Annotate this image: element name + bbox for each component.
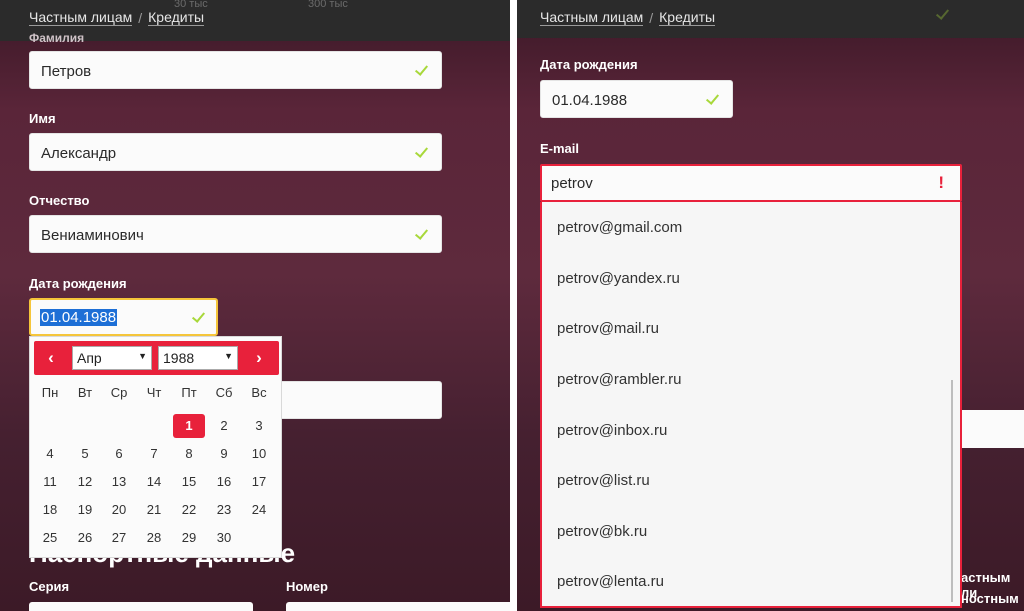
calendar-day[interactable]: 13 xyxy=(103,470,135,494)
calendar-day[interactable]: 17 xyxy=(243,470,275,494)
suggestion-item[interactable]: petrov@yandex.ru xyxy=(557,270,680,287)
calendar-day[interactable]: 12 xyxy=(69,470,101,494)
calendar-day[interactable]: 8 xyxy=(173,442,205,466)
passport-series-field[interactable] xyxy=(29,602,253,611)
calendar-day-selected[interactable]: 1 xyxy=(173,414,205,438)
email-label: E-mail xyxy=(540,141,580,156)
suggestion-item[interactable]: petrov@mail.ru xyxy=(557,320,659,337)
weekday-label: Ср xyxy=(110,385,128,400)
calendar-day[interactable]: 5 xyxy=(69,442,101,466)
birthdate-field[interactable]: 01.04.1988 xyxy=(540,80,733,118)
breadcrumb-separator: / xyxy=(649,9,654,26)
lastname-value: Петров xyxy=(41,63,92,80)
check-icon xyxy=(191,310,206,325)
birthdate-field[interactable]: 01.04.1988 xyxy=(29,298,218,336)
hidden-field-edge[interactable] xyxy=(961,410,1024,448)
calendar-day[interactable]: 29 xyxy=(173,526,205,550)
calendar-day[interactable]: 28 xyxy=(138,526,170,550)
calendar-day[interactable]: 15 xyxy=(173,470,205,494)
patronymic-value: Вениаминович xyxy=(41,227,144,244)
month-value: Апр xyxy=(77,350,102,366)
calendar-day[interactable]: 27 xyxy=(103,526,135,550)
calendar-day[interactable]: 26 xyxy=(69,526,101,550)
breadcrumb-private[interactable]: Частным лицам xyxy=(29,9,133,26)
breadcrumb: Частным лицам / Кредиты xyxy=(29,9,205,26)
year-value: 1988 xyxy=(163,350,195,366)
weekday-label: Чт xyxy=(146,385,162,400)
calendar-day[interactable]: 6 xyxy=(103,442,135,466)
calendar-day[interactable]: 16 xyxy=(208,470,240,494)
check-icon xyxy=(705,92,720,107)
calendar-day[interactable]: 3 xyxy=(243,414,275,438)
calendar-day[interactable]: 23 xyxy=(208,498,240,522)
weekday-label: Сб xyxy=(215,385,233,400)
cut-label-2: ностным xyxy=(961,591,1019,606)
calendar-day[interactable]: 14 xyxy=(138,470,170,494)
calendar-day[interactable]: 10 xyxy=(243,442,275,466)
firstname-value: Александр xyxy=(41,145,117,162)
patronymic-field[interactable]: Вениаминович xyxy=(29,215,442,253)
scrollbar[interactable] xyxy=(951,380,953,602)
calendar-day[interactable]: 2 xyxy=(208,414,240,438)
birthdate-label: Дата рождения xyxy=(29,276,127,291)
weekday-label: Вт xyxy=(77,385,93,400)
calendar-day[interactable]: 25 xyxy=(34,526,66,550)
top-bar: Частным лицам / Кредиты xyxy=(517,0,1024,38)
left-screen: 30 тыс 300 тыс Частным лицам / Кредиты Ф… xyxy=(0,0,510,611)
calendar-day[interactable]: 18 xyxy=(34,498,66,522)
breadcrumb: Частным лицам / Кредиты xyxy=(540,9,716,26)
calendar-day[interactable]: 20 xyxy=(103,498,135,522)
calendar-day[interactable]: 7 xyxy=(138,442,170,466)
birthdate-value: 01.04.1988 xyxy=(40,309,118,326)
calendar-day[interactable]: 21 xyxy=(138,498,170,522)
suggestion-item[interactable]: petrov@gmail.com xyxy=(557,219,682,236)
firstname-label: Имя xyxy=(29,111,56,126)
check-icon xyxy=(935,7,950,22)
firstname-field[interactable]: Александр xyxy=(29,133,442,171)
calendar-day[interactable]: 11 xyxy=(34,470,66,494)
passport-number-field[interactable] xyxy=(286,602,510,611)
lastname-field[interactable]: Петров xyxy=(29,51,442,89)
patronymic-label: Отчество xyxy=(29,193,90,208)
check-icon xyxy=(414,227,429,242)
email-suggestions: petrov@gmail.com petrov@yandex.ru petrov@m… xyxy=(540,202,962,608)
check-icon xyxy=(414,145,429,160)
birthdate-value: 01.04.1988 xyxy=(552,92,628,109)
weekday-label: Пн xyxy=(41,385,59,400)
suggestion-item[interactable]: petrov@list.ru xyxy=(557,472,650,489)
suggestion-item[interactable]: petrov@lenta.ru xyxy=(557,573,664,590)
date-picker-header: ‹ Апр ▼ 1988 ▼ › xyxy=(34,341,279,375)
screen-divider xyxy=(510,0,517,611)
passport-series-label: Серия xyxy=(29,579,70,594)
weekday-label: Пт xyxy=(181,385,197,400)
breadcrumb-credits[interactable]: Кредиты xyxy=(659,9,716,26)
chevron-left-icon[interactable]: ‹ xyxy=(40,348,62,368)
lastname-label: Фамилия xyxy=(29,31,85,45)
error-icon: ! xyxy=(938,173,944,192)
email-field[interactable]: petrov ! xyxy=(540,164,962,202)
email-value: petrov xyxy=(551,175,593,192)
breadcrumb-separator: / xyxy=(138,9,143,26)
calendar-day[interactable]: 24 xyxy=(243,498,275,522)
breadcrumb-private[interactable]: Частным лицам xyxy=(540,9,644,26)
ghost-slider-value-max: 300 тыс xyxy=(308,0,348,10)
calendar-day[interactable]: 30 xyxy=(208,526,240,550)
weekday-label: Вс xyxy=(251,385,267,400)
breadcrumb-credits[interactable]: Кредиты xyxy=(148,9,205,26)
year-select[interactable]: 1988 ▼ xyxy=(158,346,238,370)
month-select[interactable]: Апр ▼ xyxy=(72,346,152,370)
calendar-day[interactable]: 19 xyxy=(69,498,101,522)
calendar-day[interactable]: 9 xyxy=(208,442,240,466)
caret-down-icon: ▼ xyxy=(224,351,233,361)
suggestion-item[interactable]: petrov@bk.ru xyxy=(557,523,647,540)
check-icon xyxy=(414,63,429,78)
suggestion-item[interactable]: petrov@rambler.ru xyxy=(557,371,681,388)
calendar-day[interactable]: 4 xyxy=(34,442,66,466)
chevron-right-icon[interactable]: › xyxy=(248,348,270,368)
suggestion-item[interactable]: petrov@inbox.ru xyxy=(557,422,667,439)
birthdate-label: Дата рождения xyxy=(540,57,638,72)
calendar-day[interactable]: 22 xyxy=(173,498,205,522)
passport-number-label: Номер xyxy=(286,579,328,594)
caret-down-icon: ▼ xyxy=(138,351,147,361)
